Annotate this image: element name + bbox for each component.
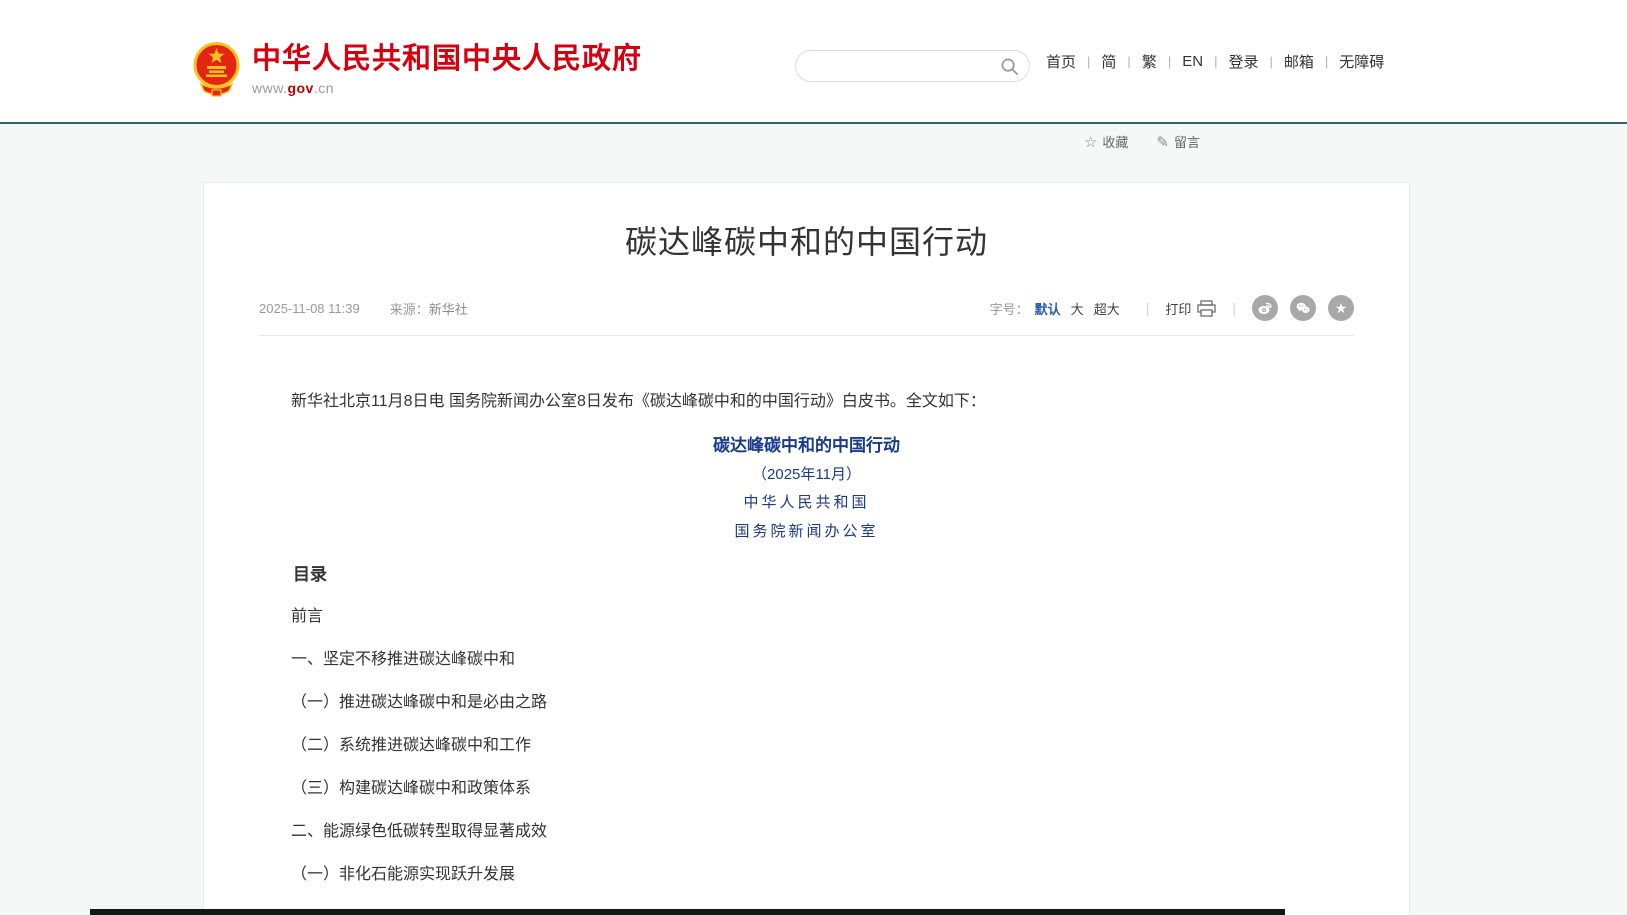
- pencil-icon: ✎: [1156, 133, 1169, 151]
- source-value: 新华社: [429, 302, 468, 317]
- nav-english[interactable]: EN: [1180, 53, 1205, 70]
- toc-item: （一）推进碳达峰碳中和是必由之路: [259, 692, 1354, 714]
- document-title: 碳达峰碳中和的中国行动: [259, 431, 1354, 460]
- header-divider: [0, 122, 1627, 124]
- site-url: www.gov.cn: [252, 80, 642, 96]
- source-label: 来源：: [390, 302, 429, 317]
- search-box[interactable]: [795, 50, 1030, 82]
- toc-item: （二）系统推进碳达峰碳中和工作: [259, 735, 1354, 757]
- toc-item: 二、能源绿色低碳转型取得显著成效: [259, 821, 1354, 843]
- article-source: 来源：新华社: [390, 299, 468, 318]
- printer-icon: [1197, 300, 1216, 317]
- document-heading-block: 碳达峰碳中和的中国行动 （2025年11月） 中华人民共和国 国务院新闻办公室: [259, 431, 1354, 547]
- site-url-gov: gov: [287, 80, 313, 96]
- meta-separator: |: [1146, 300, 1150, 316]
- font-size-xlarge-button[interactable]: 超大: [1094, 299, 1120, 318]
- comment-label: 留言: [1174, 132, 1200, 151]
- favorite-button[interactable]: ☆ 收藏: [1084, 132, 1128, 151]
- site-title: 中华人民共和国中央人民政府: [252, 42, 642, 76]
- font-size-large-button[interactable]: 大: [1071, 299, 1084, 318]
- document-org-line1: 中华人民共和国: [259, 489, 1354, 518]
- document-org-line2: 国务院新闻办公室: [259, 518, 1354, 547]
- site-brand[interactable]: 中华人民共和国中央人民政府 www.gov.cn: [193, 40, 642, 98]
- toc-list: 前言 一、坚定不移推进碳达峰碳中和 （一）推进碳达峰碳中和是必由之路 （二）系统…: [259, 606, 1354, 886]
- document-date: （2025年11月）: [259, 460, 1354, 489]
- toc-item: （三）构建碳达峰碳中和政策体系: [259, 778, 1354, 800]
- nav-home[interactable]: 首页: [1044, 51, 1078, 72]
- nav-traditional[interactable]: 繁: [1140, 51, 1159, 72]
- article-card: 碳达峰碳中和的中国行动 2025-11-08 11:39 来源：新华社 字号： …: [203, 182, 1410, 915]
- nav-separator: |: [1127, 54, 1130, 69]
- print-button[interactable]: 打印: [1165, 299, 1216, 318]
- article-lead: 新华社北京11月8日电 国务院新闻办公室8日发布《碳达峰碳中和的中国行动》白皮书…: [259, 390, 1354, 414]
- favorite-label: 收藏: [1102, 132, 1128, 151]
- article-meta-left: 2025-11-08 11:39 来源：新华社: [259, 299, 468, 318]
- nav-separator: |: [1269, 54, 1272, 69]
- toc-heading: 目录: [259, 563, 1354, 587]
- nav-separator: |: [1325, 54, 1328, 69]
- favorite-star-icon: ☆: [1084, 133, 1097, 151]
- bottom-cutoff-bar: [90, 909, 1285, 915]
- toc-item: 前言: [259, 606, 1354, 628]
- article-title: 碳达峰碳中和的中国行动: [259, 219, 1354, 265]
- nav-separator: |: [1168, 54, 1171, 69]
- toc-item: （一）非化石能源实现跃升发展: [259, 864, 1354, 886]
- wechat-share-icon[interactable]: [1290, 295, 1316, 321]
- article-meta-row: 2025-11-08 11:39 来源：新华社 字号： 默认 大 超大 | 打印…: [259, 295, 1354, 336]
- print-label: 打印: [1165, 299, 1191, 318]
- share-icons: ★: [1252, 295, 1354, 321]
- nav-mail[interactable]: 邮箱: [1282, 51, 1316, 72]
- nav-separator: |: [1214, 54, 1217, 69]
- comment-button[interactable]: ✎ 留言: [1156, 132, 1200, 151]
- font-size-default-button[interactable]: 默认: [1035, 299, 1061, 318]
- weibo-share-icon[interactable]: [1252, 295, 1278, 321]
- article-meta-right: 字号： 默认 大 超大 | 打印 |: [990, 295, 1354, 321]
- national-emblem-icon: [193, 40, 240, 98]
- nav-login[interactable]: 登录: [1226, 51, 1260, 72]
- toc-item: 一、坚定不移推进碳达峰碳中和: [259, 649, 1354, 671]
- quick-toolbar: ☆ 收藏 ✎ 留言: [1084, 132, 1200, 151]
- site-url-cn: .cn: [314, 80, 334, 96]
- search-input[interactable]: [812, 58, 1000, 74]
- star-glyph: ★: [1335, 301, 1348, 315]
- nav-accessibility[interactable]: 无障碍: [1337, 51, 1386, 72]
- top-nav: 首页 | 简 | 繁 | EN | 登录 | 邮箱 | 无障碍: [1044, 0, 1386, 122]
- search-icon[interactable]: [1000, 57, 1019, 76]
- share-more-star-icon[interactable]: ★: [1328, 295, 1354, 321]
- nav-separator: |: [1087, 54, 1090, 69]
- site-url-www: www.: [252, 80, 287, 96]
- meta-separator: |: [1232, 300, 1236, 316]
- nav-simplified[interactable]: 简: [1099, 51, 1118, 72]
- article-date: 2025-11-08 11:39: [259, 301, 360, 316]
- site-header: 中华人民共和国中央人民政府 www.gov.cn 首页 | 简 | 繁 | EN | 登…: [0, 0, 1627, 122]
- font-size-label: 字号：: [990, 299, 1029, 318]
